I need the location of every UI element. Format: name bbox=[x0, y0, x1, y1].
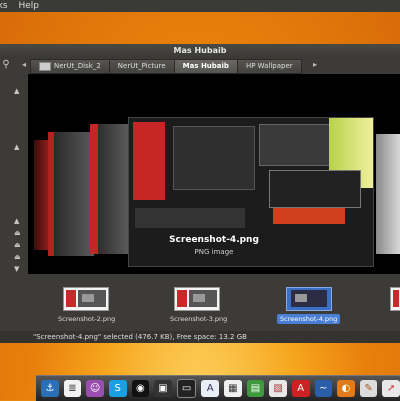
breadcrumb-item-wallpaper[interactable]: HP Wallpaper bbox=[236, 59, 302, 74]
thumbnail-label-selected[interactable]: Screenshot-4.png bbox=[277, 314, 341, 324]
thumbnail[interactable] bbox=[63, 287, 109, 311]
scroll-up-arrow-icon[interactable]: ▲ bbox=[14, 144, 19, 151]
pdf-icon[interactable]: A bbox=[291, 380, 310, 397]
preview-image[interactable] bbox=[34, 140, 48, 250]
breadcrumb: NerUt_Disk_2 NerUt_Picture Mas Hubaib HP… bbox=[30, 59, 302, 74]
thumbnail-label[interactable]: Screenshot-3.png bbox=[170, 315, 227, 323]
eject-icon[interactable]: ⏏ bbox=[14, 242, 21, 249]
file-browser-window: Mas Hubaib ⚲ ◂ NerUt_Disk_2 NerUt_Pictur… bbox=[0, 44, 400, 331]
presentation-icon[interactable]: ▧ bbox=[269, 380, 287, 397]
clapper-icon[interactable]: ▣ bbox=[154, 380, 172, 397]
skype-icon[interactable]: S bbox=[108, 380, 127, 397]
scroll-up-arrow-icon[interactable]: ▲ bbox=[14, 88, 19, 95]
blender-icon[interactable]: ◐ bbox=[337, 380, 355, 397]
scroll-down-arrow-icon[interactable]: ▼ bbox=[14, 266, 19, 273]
status-text: "Screenshot-4.png" selected (476.7 KB), … bbox=[33, 333, 247, 341]
chat-icon[interactable]: ☺ bbox=[86, 380, 104, 397]
spreadsheet-icon[interactable]: ▤ bbox=[246, 380, 265, 397]
location-toolbar: ⚲ ◂ NerUt_Disk_2 NerUt_Picture Mas Hubai… bbox=[0, 58, 400, 74]
thumbnail-strip: Screenshot-2.png Screenshot-3.png Screen… bbox=[28, 274, 400, 331]
status-bar: "Screenshot-4.png" selected (476.7 KB), … bbox=[0, 331, 400, 343]
dock: ⚓ ≣ ☺ S ◉ ▣ ▭ A ▦ ▤ ▧ A ~ ◐ ✎ ➚ bbox=[36, 375, 400, 401]
breadcrumb-item-picture[interactable]: NerUt_Picture bbox=[108, 59, 175, 74]
thumbnail[interactable] bbox=[390, 287, 400, 311]
window-title: Mas Hubaib bbox=[0, 44, 400, 58]
preview-filetype: PNG image bbox=[194, 248, 234, 256]
side-pane: ▲ ▲ ▲ ⏏ ⏏ ⏏ ▼ bbox=[0, 74, 28, 331]
preview-filename: Screenshot-4.png bbox=[169, 235, 259, 245]
breadcrumb-right-arrow-icon[interactable]: ▸ bbox=[313, 60, 323, 72]
wave-icon[interactable]: ~ bbox=[314, 380, 333, 397]
cover-flow-view[interactable]: Screenshot-4.png PNG image bbox=[28, 74, 400, 274]
thumbnail-selected[interactable] bbox=[286, 287, 332, 311]
calendar-icon[interactable]: ▦ bbox=[224, 380, 242, 397]
breadcrumb-item-current[interactable]: Mas Hubaib bbox=[173, 59, 238, 74]
text-icon[interactable]: A bbox=[201, 380, 219, 397]
pencil-icon[interactable]: ✎ bbox=[359, 380, 378, 397]
menubar: rks Help bbox=[0, 0, 400, 12]
eject-icon[interactable]: ⏏ bbox=[14, 254, 21, 261]
menu-help[interactable]: Help bbox=[18, 1, 39, 11]
breadcrumb-item-disk[interactable]: NerUt_Disk_2 bbox=[30, 59, 110, 74]
arrow-icon[interactable]: ➚ bbox=[382, 380, 400, 397]
eject-icon[interactable]: ⏏ bbox=[14, 230, 21, 237]
disc-icon[interactable]: ◉ bbox=[131, 380, 150, 397]
document-icon[interactable]: ≣ bbox=[63, 380, 82, 397]
thumbnail[interactable] bbox=[174, 287, 220, 311]
search-icon[interactable]: ⚲ bbox=[0, 58, 12, 72]
hard-drive-icon bbox=[39, 61, 51, 71]
menu-bookmarks[interactable]: rks bbox=[0, 1, 8, 11]
breadcrumb-label: NerUt_Disk_2 bbox=[54, 62, 101, 70]
anchor-icon[interactable]: ⚓ bbox=[41, 380, 59, 397]
scroll-up-arrow-icon[interactable]: ▲ bbox=[14, 218, 19, 225]
preview-caption: Screenshot-4.png PNG image bbox=[28, 235, 400, 256]
monitor-icon[interactable]: ▭ bbox=[176, 379, 197, 398]
thumbnail-label[interactable]: Screenshot-2.png bbox=[58, 315, 115, 323]
